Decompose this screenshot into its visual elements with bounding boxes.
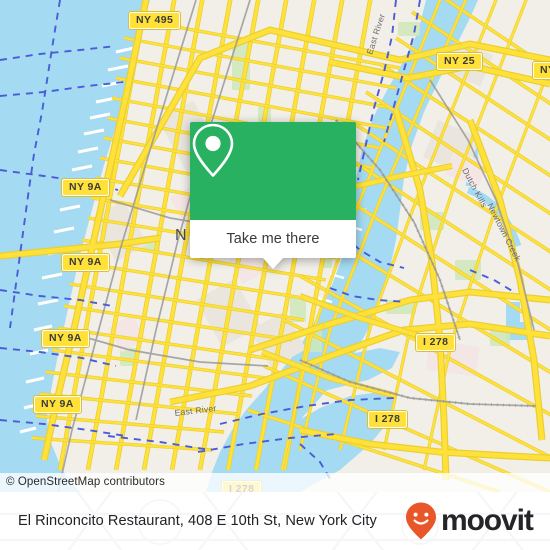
- map-pin-icon: [192, 123, 234, 177]
- moovit-brand[interactable]: moovit: [404, 501, 534, 541]
- shield-ny-9a-1[interactable]: NY 9A: [61, 178, 110, 197]
- shield-ny-25[interactable]: NY 25: [436, 52, 483, 71]
- osm-attribution[interactable]: © OpenStreetMap contributors: [0, 473, 550, 492]
- moovit-wordmark: moovit: [441, 504, 534, 537]
- shield-ny-9a-2[interactable]: NY 9A: [61, 253, 110, 272]
- footer-bar: El Rinconcito Restaurant, 408 E 10th St,…: [0, 492, 550, 550]
- shield-ny-495[interactable]: NY 495: [127, 11, 182, 30]
- moovit-smiley-pin-icon: [406, 502, 436, 540]
- popup-pointer: [262, 257, 284, 269]
- place-popup-card[interactable]: Take me there: [190, 122, 356, 269]
- take-me-there-label[interactable]: Take me there: [226, 231, 319, 247]
- shield-ny-partial[interactable]: NY: [531, 61, 550, 80]
- shield-ny-9a-4[interactable]: NY 9A: [33, 395, 82, 414]
- city-label: N: [175, 227, 187, 244]
- place-title: El Rinconcito Restaurant, 408 E 10th St,…: [18, 513, 377, 529]
- shield-i-278-2[interactable]: I 278: [366, 410, 409, 429]
- shield-i-278-1[interactable]: I 278: [414, 333, 457, 352]
- map-canvas[interactable]: East River East River Newtown Creek Dutc…: [0, 0, 550, 492]
- popup-action-bar[interactable]: Take me there: [190, 220, 356, 258]
- moovit-map-screenshot: East River East River Newtown Creek Dutc…: [0, 0, 550, 550]
- shield-ny-9a-3[interactable]: NY 9A: [41, 329, 90, 348]
- popup-header: [190, 122, 356, 220]
